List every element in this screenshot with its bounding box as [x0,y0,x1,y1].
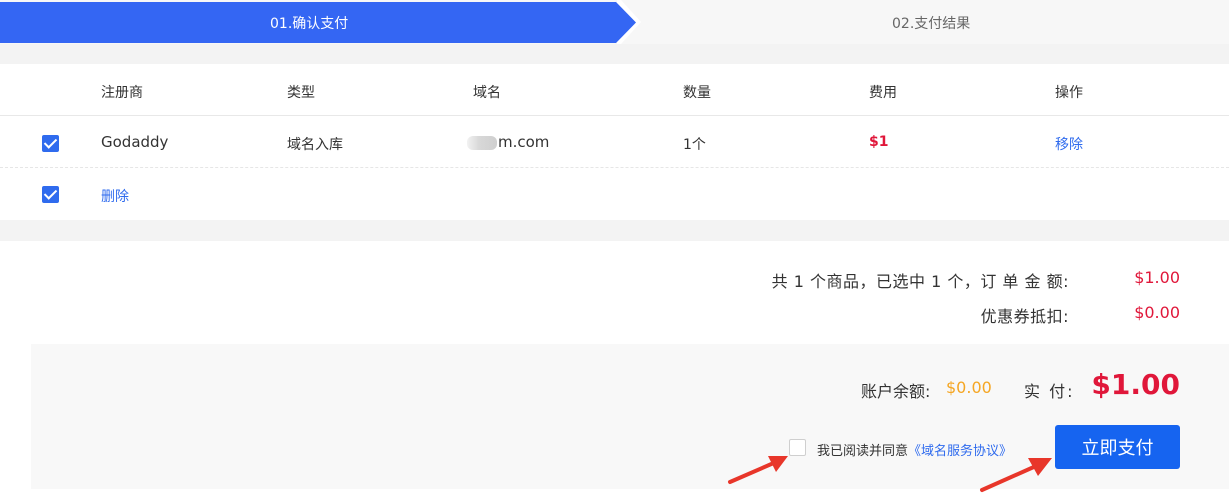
cell-domain: m.com [467,133,549,151]
progress-steps: 01.确认支付 02.支付结果 [0,0,1229,44]
header-domain: 域名 [473,85,501,101]
header-fee: 费用 [869,85,897,101]
select-all-checkbox[interactable] [42,186,59,203]
row-checkbox[interactable] [42,135,59,152]
order-table: 注册商 类型 域名 数量 费用 操作 Godaddy 域名入库 m.com 1个… [0,64,1229,220]
header-type: 类型 [287,85,315,101]
remove-link[interactable]: 移除 [1055,134,1083,154]
header-divider [0,115,1229,116]
actual-pay-amount: $1.00 [1091,368,1180,401]
annotation-arrow-icon [980,458,1052,492]
header-registrar: 注册商 [101,85,143,101]
masked-domain-prefix [467,135,497,150]
pay-now-button[interactable]: 立即支付 [1055,425,1180,469]
section-gap [0,220,1229,241]
agree-prefix: 我已阅读并同意 [817,444,909,459]
annotation-arrow-icon [728,456,788,484]
order-amount: $1.00 [1134,268,1180,287]
section-gap [0,44,1229,64]
coupon-label: 优惠券抵扣: [980,307,1069,326]
actual-pay-label: 实 付: [1024,382,1075,401]
cell-fee: $1 [869,134,889,150]
row-divider [0,167,1229,168]
header-quantity: 数量 [683,85,711,101]
header-action: 操作 [1055,85,1083,101]
cell-quantity: 1个 [683,137,706,153]
coupon-amount: $0.00 [1134,303,1180,322]
cell-registrar: Godaddy [101,133,169,151]
balance-label: 账户余额: [861,382,931,401]
cell-domain-text: m.com [498,133,550,151]
balance-value: $0.00 [946,378,992,397]
delete-link[interactable]: 删除 [101,186,129,206]
step-payment-result-label: 02.支付结果 [892,16,971,32]
order-summary-label: 共 1 个商品，已选中 1 个，订 单 金 额: [771,272,1069,291]
cell-type: 域名入库 [287,137,343,153]
step-confirm-payment-label: 01.确认支付 [270,16,349,32]
